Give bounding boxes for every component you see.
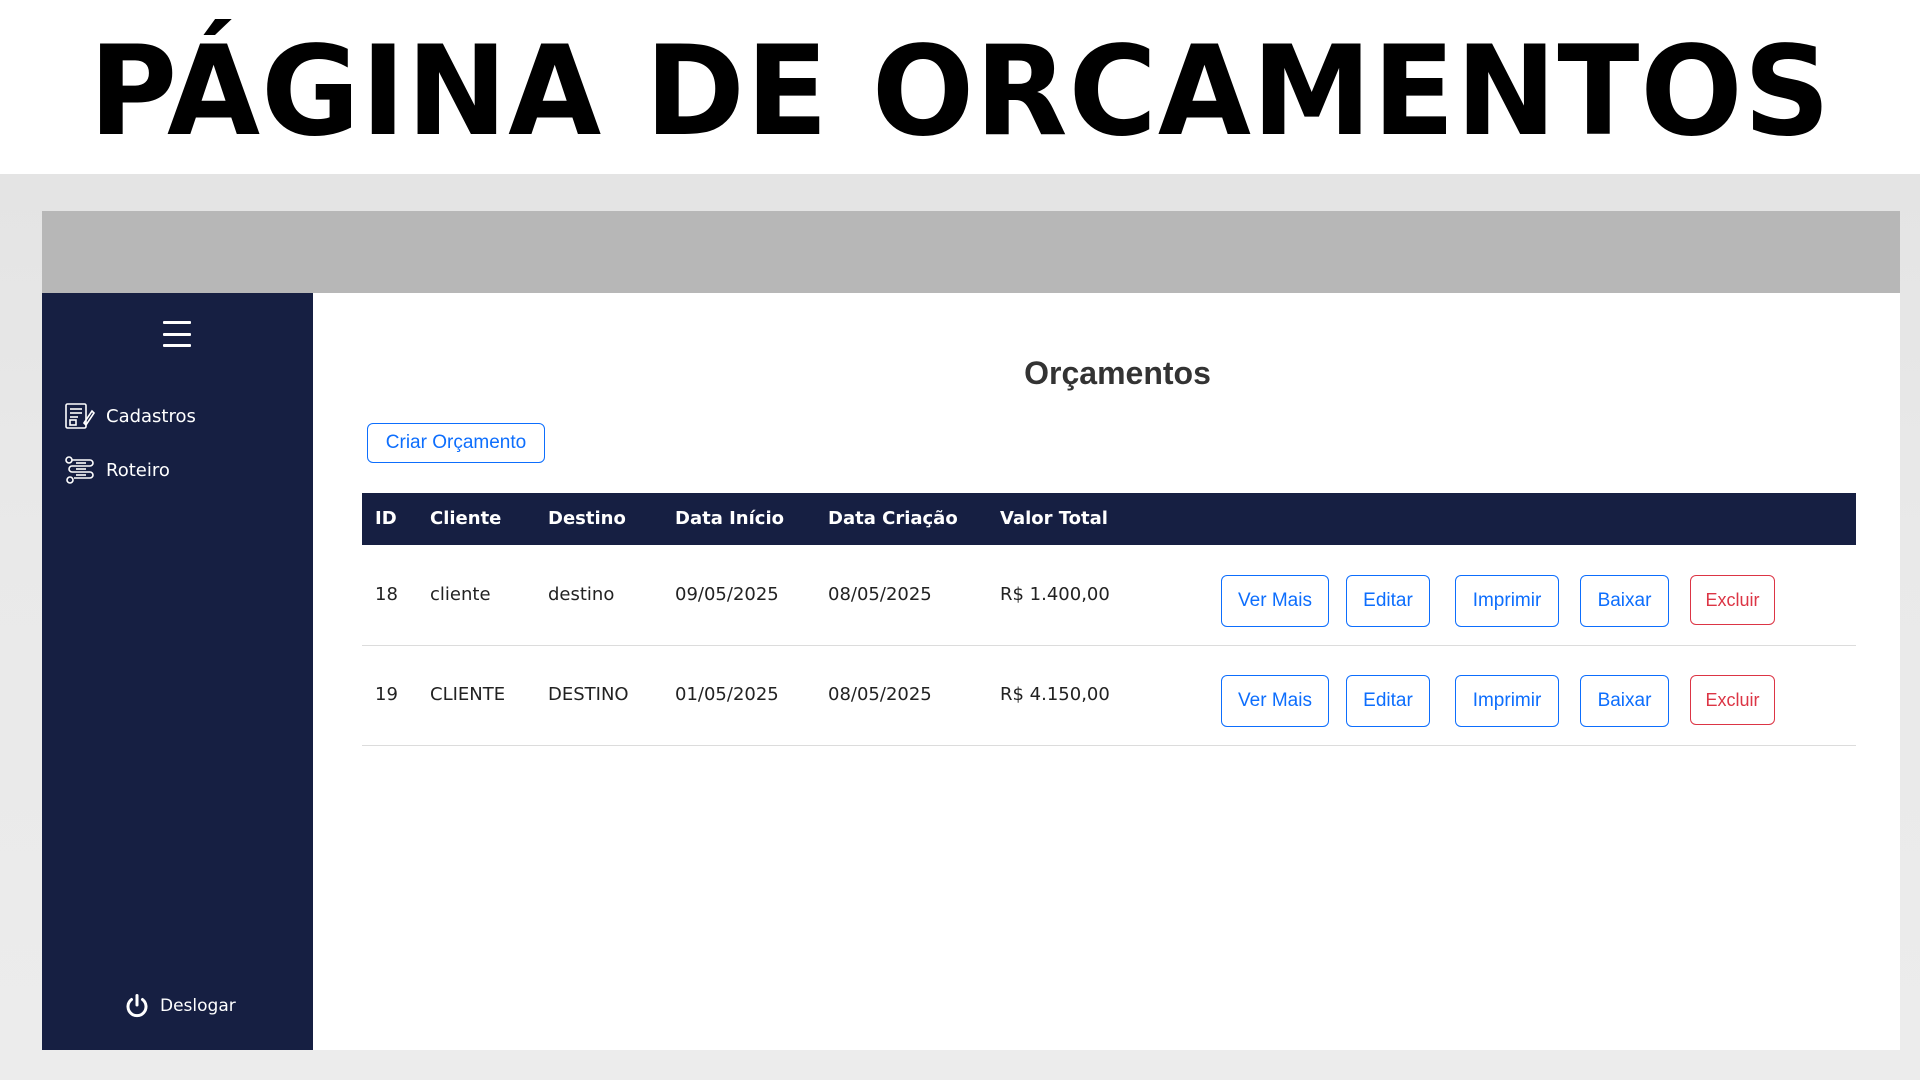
route-icon [64,455,96,485]
ver-mais-button[interactable]: Ver Mais [1221,575,1329,627]
logout-button[interactable]: Deslogar [124,993,236,1019]
column-header-data-inicio: Data Início [675,508,784,529]
registration-form-icon [64,401,96,431]
page-title: Orçamentos [1024,355,1211,391]
imprimir-button[interactable]: Imprimir [1455,675,1559,727]
excluir-button[interactable]: Excluir [1690,675,1775,725]
table-row: 19 CLIENTE DESTINO 01/05/2025 08/05/2025… [362,645,1856,746]
main-content: Orçamentos Criar Orçamento ID Cliente De… [313,293,1900,1050]
app-window: Cadastros Roteiro Deslogar Orçamentos Cr… [42,211,1900,1050]
hamburger-menu-icon[interactable] [163,321,191,347]
editar-button[interactable]: Editar [1346,575,1430,627]
table-row: 18 cliente destino 09/05/2025 08/05/2025… [362,545,1856,646]
editar-button[interactable]: Editar [1346,675,1430,727]
banner-title: PÁGINA DE ORCAMENTOS [88,20,1832,164]
table-header: ID Cliente Destino Data Início Data Cria… [362,493,1856,545]
cell-destino: destino [548,584,615,605]
cell-data-criacao: 08/05/2025 [828,684,932,705]
cell-id: 19 [375,684,398,705]
baixar-button[interactable]: Baixar [1580,575,1669,627]
cell-cliente: cliente [430,584,491,605]
cell-destino: DESTINO [548,684,629,705]
column-header-cliente: Cliente [430,508,502,529]
imprimir-button[interactable]: Imprimir [1455,575,1559,627]
sidebar-item-label: Roteiro [106,459,170,481]
top-bar [42,211,1900,293]
logout-label: Deslogar [160,996,236,1016]
cell-data-inicio: 09/05/2025 [675,584,779,605]
sidebar: Cadastros Roteiro Deslogar [42,293,313,1050]
cell-data-inicio: 01/05/2025 [675,684,779,705]
sidebar-item-roteiro[interactable]: Roteiro [64,455,170,485]
column-header-valor-total: Valor Total [1000,508,1108,529]
excluir-button[interactable]: Excluir [1690,575,1775,625]
sidebar-item-cadastros[interactable]: Cadastros [64,401,196,431]
cell-data-criacao: 08/05/2025 [828,584,932,605]
cell-id: 18 [375,584,398,605]
column-header-destino: Destino [548,508,626,529]
cell-cliente: CLIENTE [430,684,506,705]
column-header-id: ID [375,508,397,529]
column-header-data-criacao: Data Criação [828,508,958,529]
baixar-button[interactable]: Baixar [1580,675,1669,727]
create-budget-button[interactable]: Criar Orçamento [367,423,545,463]
ver-mais-button[interactable]: Ver Mais [1221,675,1329,727]
sidebar-item-label: Cadastros [106,405,196,427]
power-icon [124,993,150,1019]
cell-valor-total: R$ 4.150,00 [1000,684,1110,705]
banner: PÁGINA DE ORCAMENTOS [0,0,1920,174]
cell-valor-total: R$ 1.400,00 [1000,584,1110,605]
